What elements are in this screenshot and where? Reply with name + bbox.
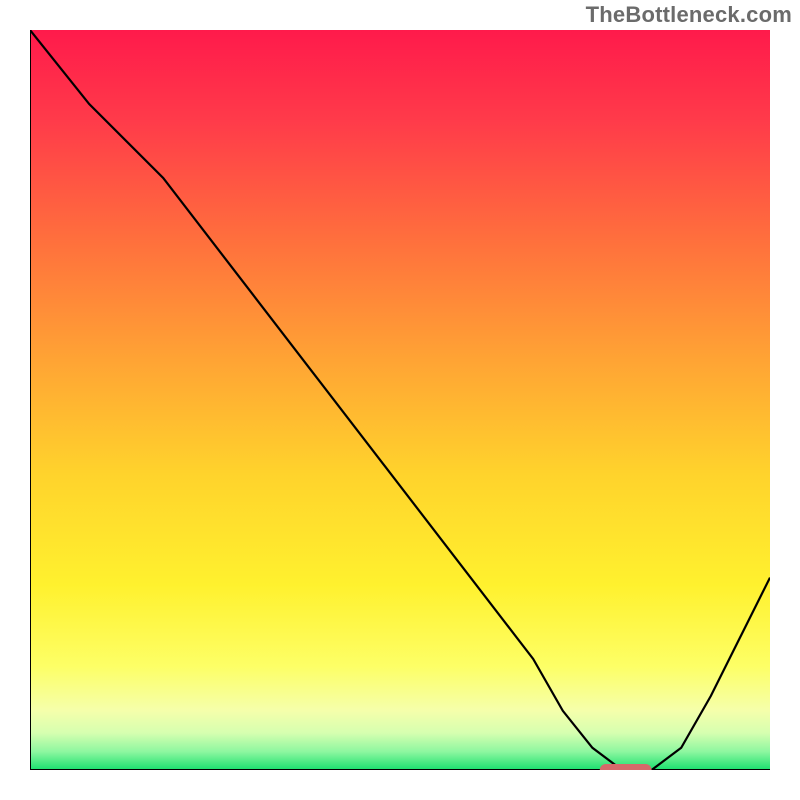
optimal-range-marker xyxy=(600,764,652,770)
gradient-background xyxy=(30,30,770,770)
plot-area xyxy=(30,30,770,770)
chart-stage: TheBottleneck.com xyxy=(0,0,800,800)
watermark-text: TheBottleneck.com xyxy=(586,2,792,28)
chart-svg xyxy=(30,30,770,770)
